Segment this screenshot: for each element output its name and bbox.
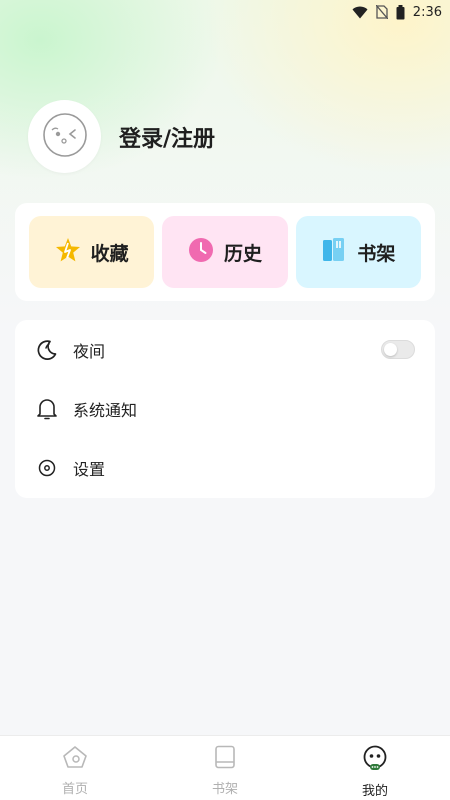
settings-menu-card: 夜间 系统通知 设置: [15, 320, 435, 498]
moon-icon: [35, 338, 59, 362]
history-label: 历史: [223, 242, 262, 265]
settings-icon: [35, 456, 59, 480]
history-button[interactable]: 历史: [162, 216, 288, 288]
no-sim-icon: [375, 5, 388, 19]
night-mode-toggle[interactable]: [381, 340, 415, 359]
book-icon: [214, 745, 236, 773]
bookshelf-label: 书架: [357, 242, 396, 265]
tab-mine[interactable]: 我的: [325, 745, 425, 799]
avatar[interactable]: [28, 100, 101, 173]
profile-face-icon: [362, 745, 388, 775]
battery-icon: [396, 4, 405, 20]
tab-bookshelf-label: 书架: [211, 782, 238, 797]
tab-mine-label: 我的: [361, 784, 388, 799]
menu-item-notifications[interactable]: 系统通知: [35, 379, 415, 438]
status-bar: 2:36: [0, 0, 450, 24]
status-time: 2:36: [412, 4, 442, 20]
tab-home[interactable]: 首页: [25, 745, 125, 797]
bookshelf-button[interactable]: 书架: [295, 216, 421, 288]
star-icon: [55, 237, 81, 268]
menu-item-settings[interactable]: 设置: [35, 438, 415, 497]
bell-icon: [35, 397, 59, 421]
settings-label: 设置: [73, 459, 106, 479]
home-icon: [62, 745, 88, 773]
tab-bookshelf[interactable]: 书架: [175, 745, 275, 797]
notifications-label: 系统通知: [73, 400, 138, 420]
favorites-button[interactable]: 收藏: [29, 216, 155, 288]
quick-actions-card: 收藏 历史 书架: [15, 203, 435, 301]
menu-item-night-mode[interactable]: 夜间: [35, 320, 415, 379]
bookshelf-icon: [321, 237, 347, 268]
bottom-tab-bar: 首页 书架 我的: [0, 735, 450, 800]
night-mode-label: 夜间: [73, 341, 106, 361]
profile-header[interactable]: 登录/注册: [28, 100, 215, 173]
wifi-icon: [352, 6, 368, 19]
clock-icon: [188, 237, 214, 268]
login-register-link[interactable]: 登录/注册: [119, 121, 215, 153]
face-icon: [42, 112, 88, 162]
favorites-label: 收藏: [90, 242, 129, 265]
tab-home-label: 首页: [61, 782, 88, 797]
